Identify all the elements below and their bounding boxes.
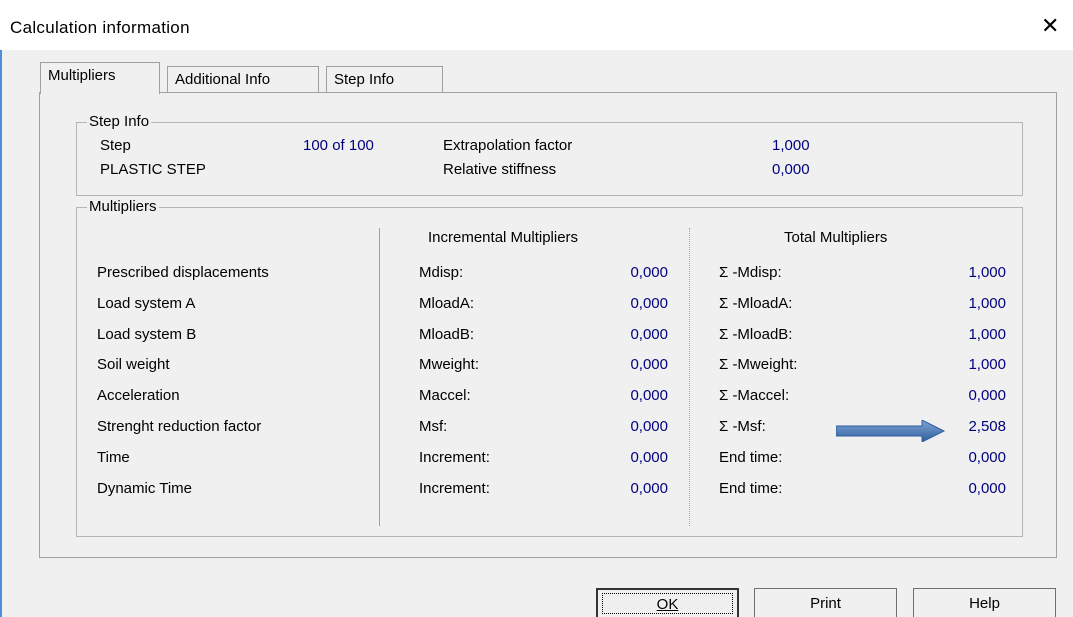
- ok-button[interactable]: OK: [596, 588, 739, 617]
- step-value: 100 of 100: [303, 137, 374, 154]
- help-button[interactable]: Help: [913, 588, 1056, 617]
- incremental-header: Incremental Multipliers: [428, 229, 579, 246]
- inc-value: 0,000: [630, 356, 668, 373]
- row-label: Dynamic Time: [97, 480, 193, 497]
- tot-name: Σ -Maccel:: [719, 387, 790, 404]
- inc-value: 0,000: [630, 326, 668, 343]
- row-label: Acceleration: [97, 387, 180, 404]
- tot-name: Σ -Msf:: [719, 418, 766, 435]
- tab-multipliers[interactable]: Multipliers: [40, 62, 160, 94]
- total-header: Total Multipliers: [784, 229, 888, 246]
- tot-name: Σ -MloadB:: [719, 326, 793, 343]
- tot-value: 1,000: [968, 264, 1006, 281]
- tot-value: 0,000: [968, 449, 1006, 466]
- dialog-title: Calculation information: [10, 18, 190, 37]
- inc-name: Increment:: [419, 480, 490, 497]
- row-label: Soil weight: [97, 356, 170, 373]
- print-button[interactable]: Print: [754, 588, 897, 617]
- row-label: Prescribed displacements: [97, 264, 269, 281]
- tot-name: Σ -MloadA:: [719, 295, 793, 312]
- tot-value: 1,000: [968, 326, 1006, 343]
- step-info-group: Step Info: [76, 113, 1023, 196]
- inc-value: 0,000: [630, 480, 668, 497]
- inc-value: 0,000: [630, 387, 668, 404]
- inc-name: Maccel:: [419, 387, 471, 404]
- tot-name: End time:: [719, 449, 783, 466]
- stiffness-value: 0,000: [772, 161, 810, 178]
- close-icon[interactable]: ✕: [1041, 14, 1059, 39]
- phase-label: PLASTIC STEP: [100, 161, 206, 178]
- tot-value: 0,000: [968, 480, 1006, 497]
- multipliers-legend: Multipliers: [87, 198, 159, 215]
- row-label: Load system B: [97, 326, 197, 343]
- inc-value: 0,000: [630, 418, 668, 435]
- inc-name: Msf:: [419, 418, 448, 435]
- inc-value: 0,000: [630, 449, 668, 466]
- tot-name: Σ -Mweight:: [719, 356, 798, 373]
- multipliers-tab-panel: Step Info Step 100 of 100 PLASTIC STEP E…: [39, 92, 1057, 558]
- focus-rect: [602, 593, 733, 614]
- inc-value: 0,000: [630, 264, 668, 281]
- inc-name: Mweight:: [419, 356, 480, 373]
- column-divider-left: [379, 228, 380, 526]
- tot-value: 1,000: [968, 295, 1006, 312]
- tab-step-info[interactable]: Step Info: [326, 66, 443, 93]
- row-label: Strenght reduction factor: [97, 418, 262, 435]
- tot-name: Σ -Mdisp:: [719, 264, 782, 281]
- calculation-info-dialog: Calculation information ✕ Multipliers Ad…: [0, 0, 1073, 617]
- step-info-legend: Step Info: [87, 113, 152, 130]
- tot-value: 0,000: [968, 387, 1006, 404]
- tot-value: 1,000: [968, 356, 1006, 373]
- inc-name: Mdisp:: [419, 264, 464, 281]
- extrapolation-value: 1,000: [772, 137, 810, 154]
- inc-name: MloadA:: [419, 295, 475, 312]
- step-label: Step: [100, 137, 131, 154]
- inc-name: Increment:: [419, 449, 490, 466]
- tab-additional-info[interactable]: Additional Info: [167, 66, 319, 93]
- inc-value: 0,000: [630, 295, 668, 312]
- help-button-label: Help: [969, 595, 1000, 612]
- annotation-arrow-icon: [836, 420, 946, 442]
- column-divider-right: [689, 228, 690, 526]
- print-button-label: Print: [810, 595, 841, 612]
- extrapolation-label: Extrapolation factor: [443, 137, 573, 154]
- stiffness-label: Relative stiffness: [443, 161, 557, 178]
- tot-name: End time:: [719, 480, 783, 497]
- title-bar: Calculation information ✕: [0, 0, 1073, 50]
- multipliers-group: Multipliers: [76, 198, 1023, 537]
- row-label: Time: [97, 449, 130, 466]
- inc-name: MloadB:: [419, 326, 475, 343]
- row-label: Load system A: [97, 295, 196, 312]
